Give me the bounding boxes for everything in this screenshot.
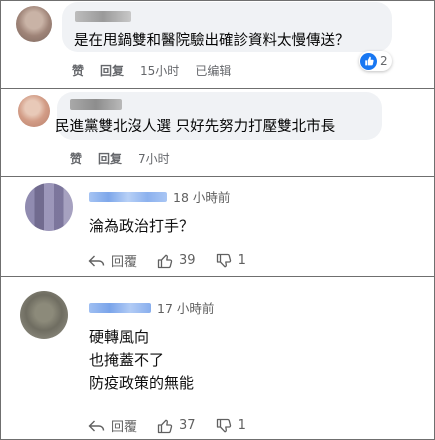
comment-actions: 赞 回复 7小时 (70, 150, 186, 167)
dislike-button[interactable]: 1 (216, 253, 246, 269)
thumbs-down-icon (216, 418, 231, 432)
thumbs-up-icon (157, 254, 173, 268)
commenter-avatar[interactable] (20, 291, 68, 339)
comment-line: 硬轉風向 (89, 328, 150, 346)
edited-label[interactable]: 已编辑 (195, 62, 231, 79)
dislike-button[interactable]: 1 (216, 418, 246, 434)
dislike-count: 1 (237, 253, 246, 268)
timestamp[interactable]: 17 小時前 (157, 298, 214, 317)
like-link[interactable]: 赞 (70, 150, 82, 167)
comment-text: 是在甩鍋雙和醫院驗出確診資料太慢傳送？ (74, 33, 350, 49)
fb-comment-1: 是在甩鍋雙和醫院驗出確診資料太慢傳送？ 2 赞 回复 15小时 已编辑 (0, 0, 435, 88)
reaction-count-badge[interactable]: 2 (359, 51, 392, 71)
reply-link[interactable]: 回复 (98, 150, 122, 167)
reply-label: 回覆 (111, 255, 138, 270)
commenter-name-redacted[interactable] (75, 11, 131, 22)
comment-text: 硬轉風向 也掩蓋不了 防疫政策的無能 (89, 326, 194, 395)
commenter-avatar[interactable] (18, 95, 50, 127)
comment-text: 淪為政治打手？ (89, 215, 194, 238)
like-button[interactable]: 37 (157, 418, 196, 434)
thumbs-up-icon (157, 419, 173, 433)
timestamp[interactable]: 7小时 (138, 150, 170, 167)
yt-comment-1: 18 小時前 淪為政治打手？ 回覆 39 1 (0, 176, 435, 276)
like-button[interactable]: 39 (157, 253, 196, 269)
commenter-name-redacted[interactable] (89, 191, 167, 202)
comment-line: 也掩蓋不了 (89, 351, 165, 369)
reply-label: 回覆 (111, 420, 138, 435)
comment-text: 民進黨雙北沒人選 只好先努力打壓雙北市長 (55, 119, 336, 135)
like-count: 39 (179, 253, 196, 268)
reply-button[interactable]: 回覆 (88, 416, 137, 435)
reply-link[interactable]: 回复 (100, 62, 124, 79)
like-link[interactable]: 赞 (72, 62, 84, 79)
commenter-avatar[interactable] (16, 6, 52, 42)
comment-bubble: 民進黨雙北沒人選 只好先努力打壓雙北市長 (55, 92, 382, 140)
fb-comment-2: 民進黨雙北沒人選 只好先努力打壓雙北市長 赞 回复 7小时 (0, 88, 435, 176)
timestamp[interactable]: 15小时 (140, 62, 179, 79)
comment-actions: 赞 回复 15小时 已编辑 (72, 62, 247, 79)
reply-icon (88, 255, 105, 266)
comment-bubble: 是在甩鍋雙和醫院驗出確診資料太慢傳送？ (62, 2, 392, 52)
comment-line: 淪為政治打手？ (89, 217, 195, 235)
reply-icon (88, 420, 105, 431)
commenter-name-redacted[interactable] (89, 302, 151, 313)
comment-actions: 回覆 39 1 (88, 251, 266, 270)
reply-button[interactable]: 回覆 (88, 251, 137, 270)
yt-comment-2: 17 小時前 硬轉風向 也掩蓋不了 防疫政策的無能 回覆 37 1 (0, 276, 435, 440)
comment-line: 防疫政策的無能 (89, 374, 195, 392)
timestamp[interactable]: 18 小時前 (173, 187, 230, 206)
thumbs-up-icon (360, 52, 377, 70)
dislike-count: 1 (237, 418, 246, 433)
reaction-count: 2 (380, 54, 388, 68)
commenter-avatar[interactable] (25, 183, 73, 231)
commenter-name-redacted[interactable] (70, 99, 122, 110)
thumbs-down-icon (216, 253, 231, 267)
comment-actions: 回覆 37 1 (88, 416, 266, 435)
like-count: 37 (179, 418, 196, 433)
